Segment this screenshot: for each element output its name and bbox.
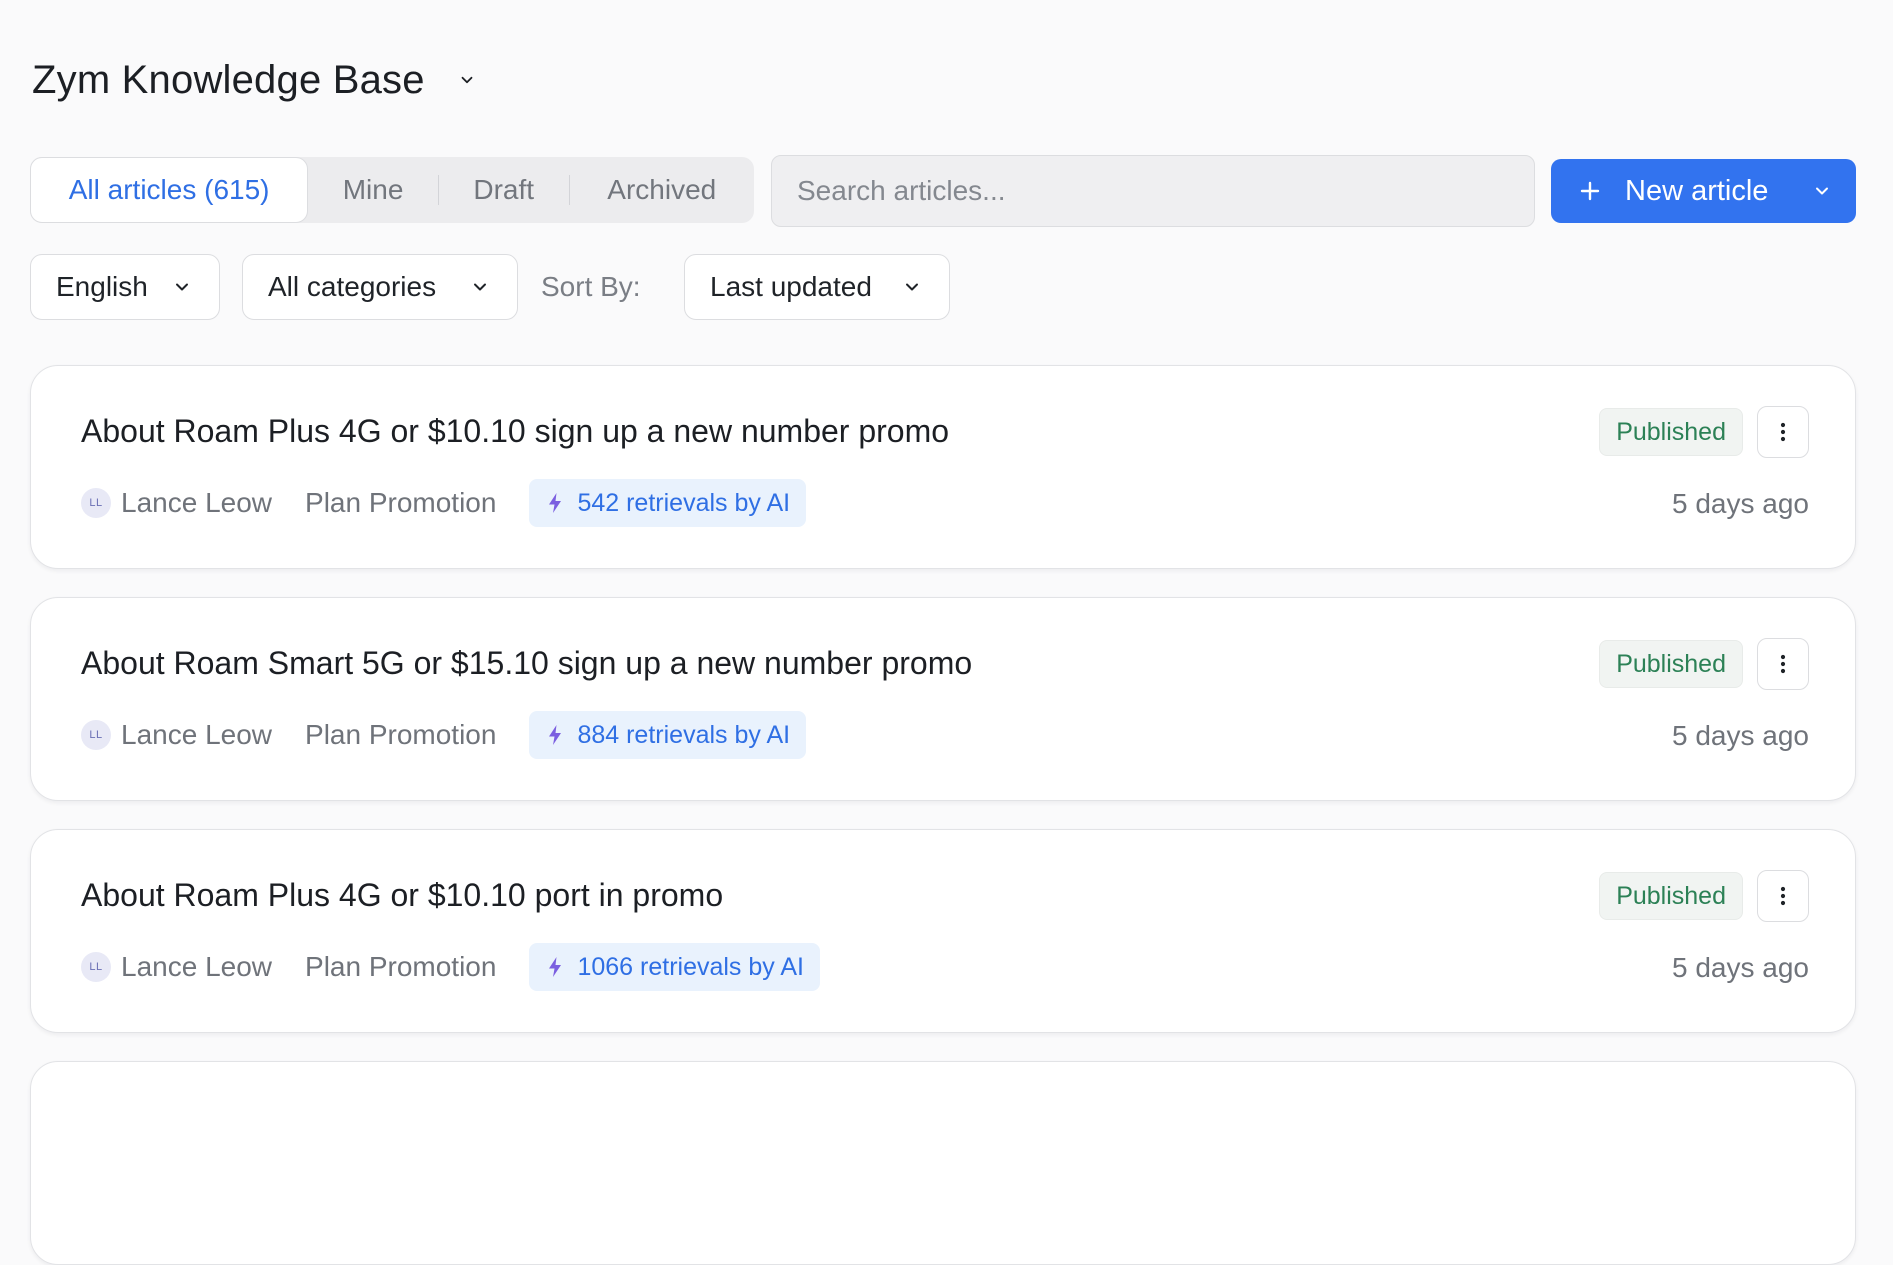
more-vertical-icon: [1780, 886, 1786, 906]
plus-icon: [1578, 179, 1602, 203]
more-options-button[interactable]: [1757, 406, 1809, 458]
article-card[interactable]: About Roam Plus 4G or $10.10 sign up a n…: [30, 365, 1856, 569]
category-dropdown[interactable]: All categories: [242, 254, 518, 320]
avatar: LL: [81, 952, 111, 982]
more-vertical-icon: [1780, 422, 1786, 442]
lightning-icon: [545, 956, 565, 978]
ai-retrievals-text: 1066 retrievals by AI: [577, 952, 804, 981]
article-updated: 5 days ago: [1672, 488, 1809, 519]
search-input[interactable]: [795, 174, 1534, 208]
article-tabs: All articles (615) Mine Draft Archived: [30, 157, 754, 223]
tab-label: Draft: [473, 174, 535, 205]
tab-all-articles[interactable]: All articles (615): [30, 157, 309, 223]
status-badge: Published: [1599, 408, 1743, 456]
lightning-icon: [545, 724, 565, 746]
avatar: LL: [81, 488, 111, 518]
article-updated: 5 days ago: [1672, 720, 1809, 751]
new-article-label: New article: [1625, 174, 1769, 207]
status-badge: Published: [1599, 872, 1743, 920]
ai-retrievals-badge: 1066 retrievals by AI: [529, 943, 820, 991]
sort-value: Last updated: [710, 271, 872, 302]
tab-archived[interactable]: Archived: [570, 157, 754, 223]
article-title[interactable]: About Roam Plus 4G or $10.10 port in pro…: [81, 875, 723, 915]
article-author: Lance Leow: [121, 719, 273, 750]
article-meta: LL Lance Leow Plan Promotion 542 retriev…: [81, 479, 807, 527]
chevron-down-icon: [901, 276, 923, 298]
page-title: Zym Knowledge Base: [32, 57, 425, 102]
chevron-down-icon[interactable]: [455, 68, 479, 92]
language-value: English: [56, 271, 148, 302]
category-value: All categories: [268, 271, 437, 302]
status-badge: Published: [1599, 640, 1743, 688]
article-card[interactable]: About Roam Smart 5G or $15.10 sign up a …: [30, 597, 1856, 801]
article-title[interactable]: About Roam Plus 4G or $10.10 sign up a n…: [81, 411, 949, 451]
article-meta: LL Lance Leow Plan Promotion 1066 retrie…: [81, 943, 820, 991]
article-title[interactable]: About Roam Smart 5G or $15.10 sign up a …: [81, 643, 972, 683]
article-category: Plan Promotion: [305, 719, 497, 750]
article-author: Lance Leow: [121, 951, 273, 982]
more-vertical-icon: [1780, 654, 1786, 674]
lightning-icon: [545, 492, 565, 514]
tab-mine[interactable]: Mine: [308, 157, 438, 223]
chevron-down-icon[interactable]: [1810, 179, 1834, 203]
more-options-button[interactable]: [1757, 638, 1809, 690]
ai-retrievals-badge: 884 retrievals by AI: [529, 711, 807, 759]
tab-label: Mine: [342, 174, 404, 205]
avatar: LL: [81, 720, 111, 750]
ai-retrievals-text: 884 retrievals by AI: [577, 720, 791, 749]
tab-draft[interactable]: Draft: [439, 157, 569, 223]
ai-retrievals-text: 542 retrievals by AI: [577, 488, 791, 517]
chevron-down-icon: [469, 276, 491, 298]
article-author: Lance Leow: [121, 487, 273, 518]
article-meta: LL Lance Leow Plan Promotion 884 retriev…: [81, 711, 807, 759]
more-options-button[interactable]: [1757, 870, 1809, 922]
language-dropdown[interactable]: English: [30, 254, 220, 320]
chevron-down-icon: [171, 276, 193, 298]
sort-dropdown[interactable]: Last updated: [684, 254, 950, 320]
new-article-button[interactable]: New article: [1551, 159, 1856, 223]
tab-label: Archived: [607, 174, 717, 205]
tab-label: All articles (615): [68, 174, 270, 205]
page-header: Zym Knowledge Base: [32, 52, 479, 108]
article-updated: 5 days ago: [1672, 952, 1809, 983]
article-card[interactable]: About Roam Plus 4G or $10.10 port in pro…: [30, 829, 1856, 1033]
search-box: [771, 155, 1535, 227]
article-category: Plan Promotion: [305, 951, 497, 982]
sort-by-label: Sort By:: [541, 271, 641, 302]
ai-retrievals-badge: 542 retrievals by AI: [529, 479, 807, 527]
article-category: Plan Promotion: [305, 487, 497, 518]
